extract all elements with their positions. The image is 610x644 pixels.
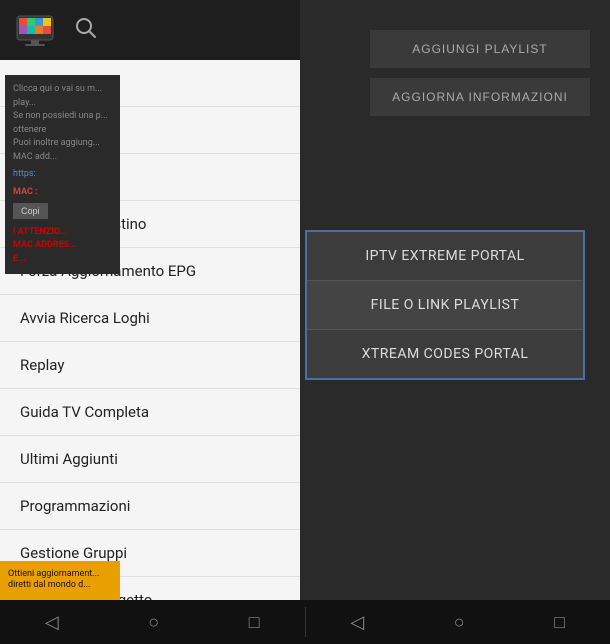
nav-bar: ◁ ○ □ ◁ ○ □ [0, 600, 610, 644]
update-info-button[interactable]: AGGIORNA INFORMAZIONI [370, 78, 590, 116]
nav-section-left: ◁ ○ □ [0, 612, 305, 633]
back-icon-right[interactable]: ◁ [350, 612, 364, 633]
promo-banner[interactable]: Ottieni aggiornament... diretti dal mond… [0, 561, 120, 600]
menu-item-ultimi[interactable]: Ultimi Aggiunti [0, 436, 300, 483]
left-panel-info: Clicca qui o vai su m... play... Se non … [5, 75, 120, 274]
recent-icon-left[interactable]: □ [249, 612, 260, 633]
search-icon[interactable] [75, 17, 97, 44]
home-icon-left[interactable]: ○ [148, 612, 159, 633]
url-text: https: [13, 168, 112, 182]
menu-item-programmazioni[interactable]: Programmazioni [0, 483, 300, 530]
info-line-1: Clicca qui o vai su m... [13, 83, 112, 97]
recent-icon-right[interactable]: □ [554, 612, 565, 633]
info-line-2: play... [13, 97, 112, 111]
tv-logo-icon [15, 14, 55, 46]
copy-button[interactable]: Copi [13, 203, 48, 219]
back-icon-left[interactable]: ◁ [45, 612, 59, 633]
top-buttons: AGGIUNGI PLAYLIST AGGIORNA INFORMAZIONI [370, 30, 590, 116]
warning-line-2: MAC ADDRES... [13, 239, 112, 253]
info-line-6: MAC add... [13, 151, 112, 165]
warning-line-1: ! ATTENZIO... [13, 226, 112, 240]
warning-block: ! ATTENZIO... MAC ADDRES... E... [13, 226, 112, 267]
info-line-4: ottenere [13, 124, 112, 138]
nav-section-right: ◁ ○ □ [306, 612, 610, 633]
info-line-5: Puoi inoltre aggiung... [13, 137, 112, 151]
menu-item-replay[interactable]: Replay [0, 342, 300, 389]
app-logo [15, 10, 55, 50]
popup-dialog: IPTV EXTREME PORTAL FILE O LINK PLAYLIST… [305, 230, 585, 380]
drawer-header [0, 0, 300, 60]
info-line-3: Se non possiedi una p... [13, 110, 112, 124]
mac-label: MAC : [13, 187, 38, 197]
popup-option-file-link[interactable]: FILE O LINK PLAYLIST [307, 281, 583, 330]
popup-option-iptv[interactable]: IPTV EXTREME PORTAL [307, 232, 583, 281]
add-playlist-button[interactable]: AGGIUNGI PLAYLIST [370, 30, 590, 68]
menu-item-guida-tv[interactable]: Guida TV Completa [0, 389, 300, 436]
home-icon-right[interactable]: ○ [454, 612, 465, 633]
promo-text: Ottieni aggiornament... diretti dal mond… [8, 569, 99, 591]
warning-line-3: E... [13, 253, 112, 267]
popup-option-xtream[interactable]: XTREAM CODES PORTAL [307, 330, 583, 378]
mac-row: MAC : [13, 186, 112, 200]
menu-item-avvia-ricerca[interactable]: Avvia Ricerca Loghi [0, 295, 300, 342]
